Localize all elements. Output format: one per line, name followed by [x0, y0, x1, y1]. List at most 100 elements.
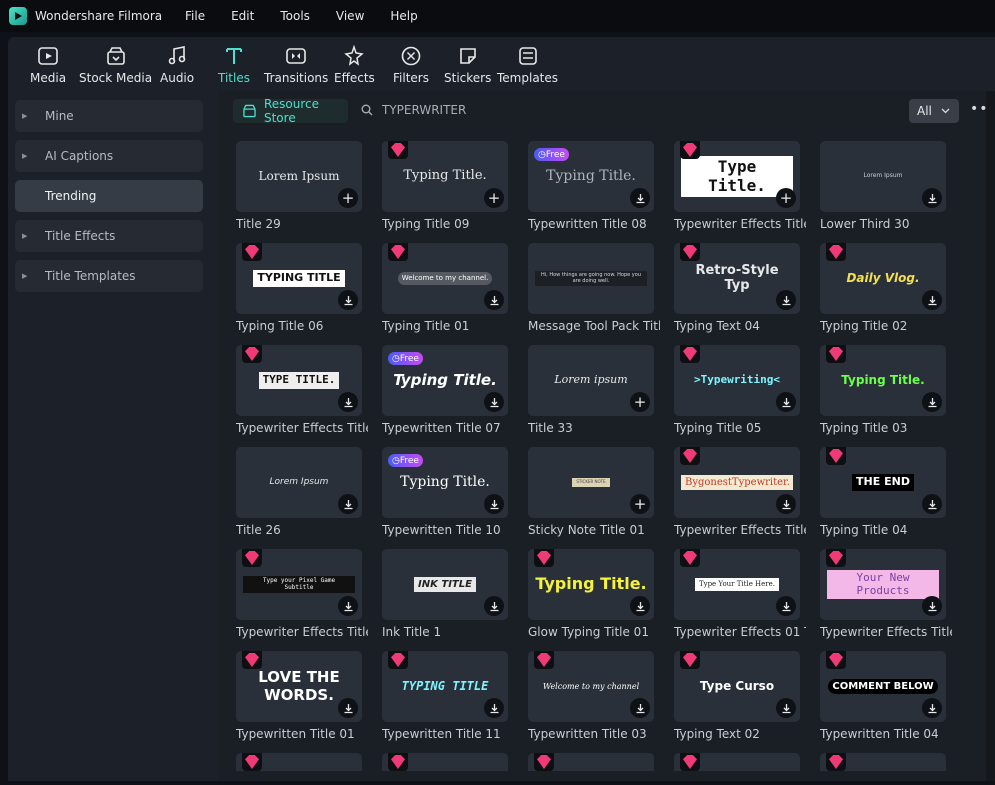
title-thumbnail[interactable]: >Typewriting< — [674, 345, 800, 416]
title-thumbnail[interactable]: TYPE TITLE. — [236, 345, 362, 416]
download-icon[interactable] — [922, 596, 942, 616]
download-icon[interactable] — [922, 494, 942, 514]
search-input[interactable]: TYPERWRITER — [361, 103, 466, 117]
preview-text: Typing Title. — [400, 474, 490, 491]
download-icon[interactable] — [922, 698, 942, 718]
menu-edit[interactable]: Edit — [231, 9, 254, 23]
title-thumbnail[interactable]: Welcome to my channel — [528, 651, 654, 722]
title-thumbnail[interactable]: Lorem Ipsum — [236, 447, 362, 518]
download-icon[interactable] — [776, 596, 796, 616]
download-icon[interactable] — [630, 596, 650, 616]
scrollbar[interactable] — [986, 91, 995, 781]
sidebar-item-title-effects[interactable]: ▶ Title Effects — [15, 220, 203, 252]
title-thumbnail[interactable]: Typing Title. ◷Free — [382, 447, 508, 518]
title-thumbnail[interactable]: Typing Title. + — [382, 141, 508, 212]
title-thumbnail[interactable]: Typing Title. ◷Free — [382, 345, 508, 416]
title-thumbnail[interactable]: COMMENT BELOW — [820, 651, 946, 722]
title-thumbnail[interactable]: INK TITLE — [382, 549, 508, 620]
preview-text: LOVE THE WORDS. — [258, 668, 340, 704]
download-icon[interactable] — [922, 392, 942, 412]
menu-file[interactable]: File — [185, 9, 205, 23]
download-icon[interactable] — [338, 596, 358, 616]
download-icon[interactable] — [484, 392, 504, 412]
download-icon[interactable] — [338, 494, 358, 514]
thumbnail-title: Title 29 — [236, 217, 281, 231]
download-icon[interactable] — [776, 494, 796, 514]
title-thumbnail[interactable]: Your New Products — [820, 549, 946, 620]
sidebar-item-trending[interactable]: Trending — [15, 180, 203, 212]
title-thumbnail[interactable]: LOVE THE WORDS. — [236, 651, 362, 722]
tab-audio[interactable]: Audio — [160, 45, 194, 85]
title-thumbnail[interactable] — [528, 753, 654, 771]
title-thumbnail[interactable]: Daily Vlog. — [820, 243, 946, 314]
download-icon[interactable] — [922, 290, 942, 310]
preview-text: TYPING TITLE — [253, 270, 345, 287]
tab-transitions[interactable]: Transitions — [264, 45, 328, 85]
add-icon[interactable]: + — [630, 494, 650, 514]
title-thumbnail[interactable]: Hi, How things are going now. Hope you a… — [528, 243, 654, 314]
download-icon[interactable] — [630, 698, 650, 718]
tab-titles[interactable]: Titles — [218, 45, 250, 85]
title-thumbnail[interactable]: Welcome to my channel. — [382, 243, 508, 314]
download-icon[interactable] — [776, 392, 796, 412]
resource-store-button[interactable]: Resource Store — [233, 97, 348, 125]
title-thumbnail[interactable] — [382, 753, 508, 771]
download-icon[interactable] — [338, 392, 358, 412]
tab-effects[interactable]: Effects — [334, 45, 375, 85]
thumbnail-title: Typewriter Effects Title... — [674, 217, 806, 231]
download-icon[interactable] — [338, 698, 358, 718]
add-icon[interactable]: + — [776, 188, 796, 208]
title-thumbnail[interactable]: Retro-Style Typ — [674, 243, 800, 314]
tab-templates[interactable]: Templates — [497, 45, 558, 85]
title-thumbnail[interactable] — [674, 753, 800, 771]
preview-text: INK TITLE — [414, 576, 476, 593]
sidebar-item-ai-captions[interactable]: ▶ AI Captions — [15, 140, 203, 172]
title-thumbnail[interactable]: Typing Title. ◷Free — [528, 141, 654, 212]
title-thumbnail[interactable]: Type Curso — [674, 651, 800, 722]
title-thumbnail[interactable]: BygonestTypewriter. — [674, 447, 800, 518]
title-thumbnail[interactable]: Lorem ipsum + — [528, 345, 654, 416]
preview-text: STICKER NOTE — [572, 478, 610, 487]
title-thumbnail[interactable]: THE END — [820, 447, 946, 518]
sidebar-item-mine[interactable]: ▶ Mine — [15, 100, 203, 132]
download-icon[interactable] — [484, 290, 504, 310]
menu-help[interactable]: Help — [390, 9, 417, 23]
thumbnail-title: Message Tool Pack Titl... — [528, 319, 660, 333]
download-icon[interactable] — [776, 290, 796, 310]
menu-tools[interactable]: Tools — [280, 9, 310, 23]
download-icon[interactable] — [484, 596, 504, 616]
thumbnail-title: Typewritten Title 04 — [820, 727, 939, 741]
download-icon[interactable] — [776, 698, 796, 718]
preview-text: Type Title. — [681, 156, 793, 197]
title-thumbnail[interactable]: Type Your Title Here. — [674, 549, 800, 620]
title-thumbnail[interactable]: Typing Title. — [820, 345, 946, 416]
add-icon[interactable]: + — [630, 392, 650, 412]
download-icon[interactable] — [630, 188, 650, 208]
title-thumbnail[interactable]: TYPING TITLE — [382, 651, 508, 722]
title-thumbnail[interactable]: TYPING TITLE — [236, 243, 362, 314]
download-icon[interactable] — [338, 290, 358, 310]
title-thumbnail[interactable] — [820, 753, 946, 771]
download-icon[interactable] — [484, 494, 504, 514]
add-icon[interactable]: + — [338, 188, 358, 208]
title-thumbnail[interactable]: Lorem Ipsum — [820, 141, 946, 212]
download-icon[interactable] — [922, 188, 942, 208]
title-thumbnail[interactable]: Type your Pixel Game Subtitle — [236, 549, 362, 620]
add-icon[interactable]: + — [484, 188, 504, 208]
tab-stickers[interactable]: Stickers — [444, 45, 491, 85]
menu-view[interactable]: View — [336, 9, 364, 23]
title-thumbnail[interactable]: STICKER NOTE + — [528, 447, 654, 518]
tab-media[interactable]: Media — [30, 45, 66, 85]
title-thumbnail[interactable]: Type Title. + — [674, 141, 800, 212]
title-thumbnail[interactable] — [236, 753, 362, 771]
title-thumbnail[interactable]: Lorem Ipsum + — [236, 141, 362, 212]
sidebar-item-title-templates[interactable]: ▶ Title Templates — [15, 260, 203, 292]
filter-select[interactable]: All — [909, 99, 959, 123]
title-thumbnail[interactable]: Typing Title. — [528, 549, 654, 620]
preview-text: Welcome to my channel. — [397, 272, 493, 285]
media-toolbar: Media Stock Media Audio Titles Transitio… — [8, 37, 995, 91]
stickers-icon — [459, 48, 476, 64]
tab-stock-media[interactable]: Stock Media — [79, 45, 152, 85]
tab-filters[interactable]: Filters — [393, 45, 429, 85]
download-icon[interactable] — [484, 698, 504, 718]
